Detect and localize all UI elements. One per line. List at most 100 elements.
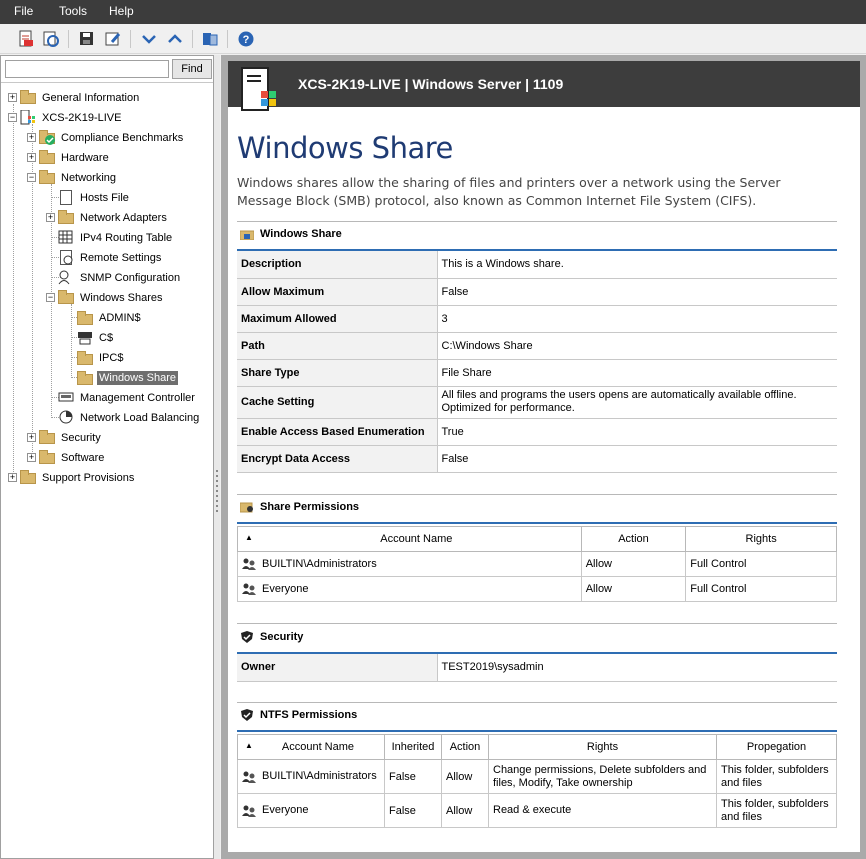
section-heading-share-permissions: Share Permissions — [240, 501, 359, 513]
table-row: Maximum Allowed 3 — [237, 305, 837, 333]
expand-toggle[interactable]: + — [27, 153, 36, 162]
folder-check-icon — [39, 130, 55, 145]
refresh-icon[interactable] — [42, 30, 60, 48]
expand-toggle[interactable]: + — [46, 213, 55, 222]
share-icon — [77, 350, 93, 365]
tree-item-label: Network Load Balancing — [80, 412, 200, 424]
table-row[interactable]: BUILTIN\Administrators False Allow Change p… — [237, 759, 837, 794]
tree-item-label: ADMIN$ — [99, 312, 141, 324]
expand-toggle[interactable]: + — [8, 473, 17, 482]
share-permissions-table: ▲ Account Name Action Rights BUILTIN\Admi… — [237, 526, 837, 602]
tree-item-label: General Information — [42, 92, 140, 104]
tree-search-input[interactable] — [5, 60, 169, 78]
user-group-icon — [242, 583, 256, 596]
page-description: Windows shares allow the sharing of file… — [237, 175, 781, 208]
folder-icon — [20, 90, 36, 105]
collapse-toggle[interactable]: − — [27, 173, 36, 182]
collapse-icon[interactable] — [140, 30, 158, 48]
tree-item-label: Management Controller — [80, 392, 195, 404]
expand-toggle[interactable]: + — [27, 453, 36, 462]
tree-item-label: Compliance Benchmarks — [61, 132, 184, 144]
property-name: Path — [237, 332, 438, 360]
property-value: False — [437, 445, 837, 473]
report-document: XCS-2K19-LIVE | Windows Server | 1109 Wi… — [228, 61, 860, 852]
collapse-toggle[interactable]: − — [8, 113, 17, 122]
property-value: False — [437, 278, 837, 306]
tree-item-label: SNMP Configuration — [80, 272, 181, 284]
table-row[interactable]: Everyone False Allow Read & execute This fol… — [237, 793, 837, 828]
folder-icon — [39, 430, 55, 445]
property-name: Enable Access Based Enumeration — [237, 418, 438, 446]
database-icon[interactable] — [201, 30, 219, 48]
column-header-inherited[interactable]: Inherited — [384, 734, 442, 760]
table-icon — [58, 230, 74, 245]
rights-cell: Change permissions, Delete subfolders an… — [488, 759, 717, 794]
collapse-toggle[interactable]: − — [46, 293, 55, 302]
tree-item-label: Remote Settings — [80, 252, 162, 264]
sort-ascending-icon: ▲ — [245, 741, 253, 750]
section-heading-windows-share: Windows Share — [240, 228, 342, 241]
tree-item-label: IPv4 Routing Table — [80, 232, 173, 244]
section-heading-ntfs-permissions: NTFS Permissions — [240, 709, 357, 722]
security-table: Owner TEST2019\sysadmin — [237, 654, 837, 682]
column-header-action[interactable]: Action — [441, 734, 489, 760]
property-name: Share Type — [237, 359, 438, 387]
property-value: True — [437, 418, 837, 446]
expand-toggle[interactable]: + — [8, 93, 17, 102]
expand-toggle[interactable]: + — [27, 133, 36, 142]
tree-item-label: IPC$ — [99, 352, 124, 364]
pane-splitter[interactable] — [214, 55, 220, 859]
support-icon — [20, 470, 36, 485]
server-logo-icon — [241, 67, 276, 111]
property-value: This is a Windows share. — [437, 251, 837, 279]
column-header-account-name[interactable]: ▲ Account Name — [237, 734, 385, 760]
table-row[interactable]: BUILTIN\Administrators Allow Full Control — [237, 551, 837, 577]
share-details-table: Description This is a Windows share. Allow… — [237, 251, 837, 473]
tree-item-label: Network Adapters — [80, 212, 167, 224]
save-icon[interactable] — [78, 30, 96, 48]
property-name: Encrypt Data Access — [237, 445, 438, 473]
help-icon[interactable]: ? — [237, 30, 255, 48]
column-header-rights[interactable]: Rights — [488, 734, 717, 760]
folder-open-icon — [39, 170, 55, 185]
report-header-title: XCS-2K19-LIVE | Windows Server | 1109 — [298, 76, 564, 92]
page-title: Windows Share — [237, 131, 453, 165]
table-row: Owner TEST2019\sysadmin — [237, 654, 837, 682]
property-name: Description — [237, 251, 438, 279]
column-header-account-name[interactable]: ▲ Account Name — [237, 526, 582, 552]
action-cell: Allow — [441, 759, 489, 794]
drive-share-icon — [77, 330, 93, 345]
table-row: Enable Access Based Enumeration True — [237, 418, 837, 446]
owner-value: TEST2019\sysadmin — [437, 654, 837, 682]
menu-help[interactable]: Help — [109, 4, 134, 18]
menu-file[interactable]: File — [14, 4, 33, 18]
document-icon — [58, 190, 74, 205]
menu-bar: File Tools Help — [0, 0, 866, 24]
menu-tools[interactable]: Tools — [59, 4, 87, 18]
property-value: 3 — [437, 305, 837, 333]
edit-icon[interactable] — [104, 30, 122, 48]
find-button[interactable]: Find — [172, 59, 212, 79]
expand-toggle[interactable]: + — [27, 433, 36, 442]
column-header-propagation[interactable]: Propegation — [716, 734, 837, 760]
column-header-action[interactable]: Action — [580, 526, 687, 552]
account-cell: BUILTIN\Administrators — [237, 551, 582, 577]
rights-cell: Full Control — [685, 576, 837, 602]
remote-settings-icon — [58, 250, 74, 265]
section-heading-security: Security — [240, 631, 303, 644]
share-section-icon — [240, 230, 254, 241]
expand-icon[interactable] — [166, 30, 184, 48]
pdf-export-icon[interactable] — [17, 30, 35, 48]
propagation-cell: This folder, subfolders and files — [716, 759, 837, 794]
rights-cell: Read & execute — [488, 793, 717, 828]
tree-item-label: Windows Share — [97, 371, 179, 385]
action-cell: Allow — [580, 576, 687, 602]
tree-item-label: Security — [61, 432, 101, 444]
tree-item-label: XCS-2K19-LIVE — [42, 112, 122, 124]
user-group-icon — [242, 558, 256, 571]
table-row: Encrypt Data Access False — [237, 445, 837, 473]
column-header-rights[interactable]: Rights — [685, 526, 837, 552]
folder-icon — [39, 450, 55, 465]
table-row: Share Type File Share — [237, 359, 837, 387]
table-row[interactable]: Everyone Allow Full Control — [237, 576, 837, 602]
